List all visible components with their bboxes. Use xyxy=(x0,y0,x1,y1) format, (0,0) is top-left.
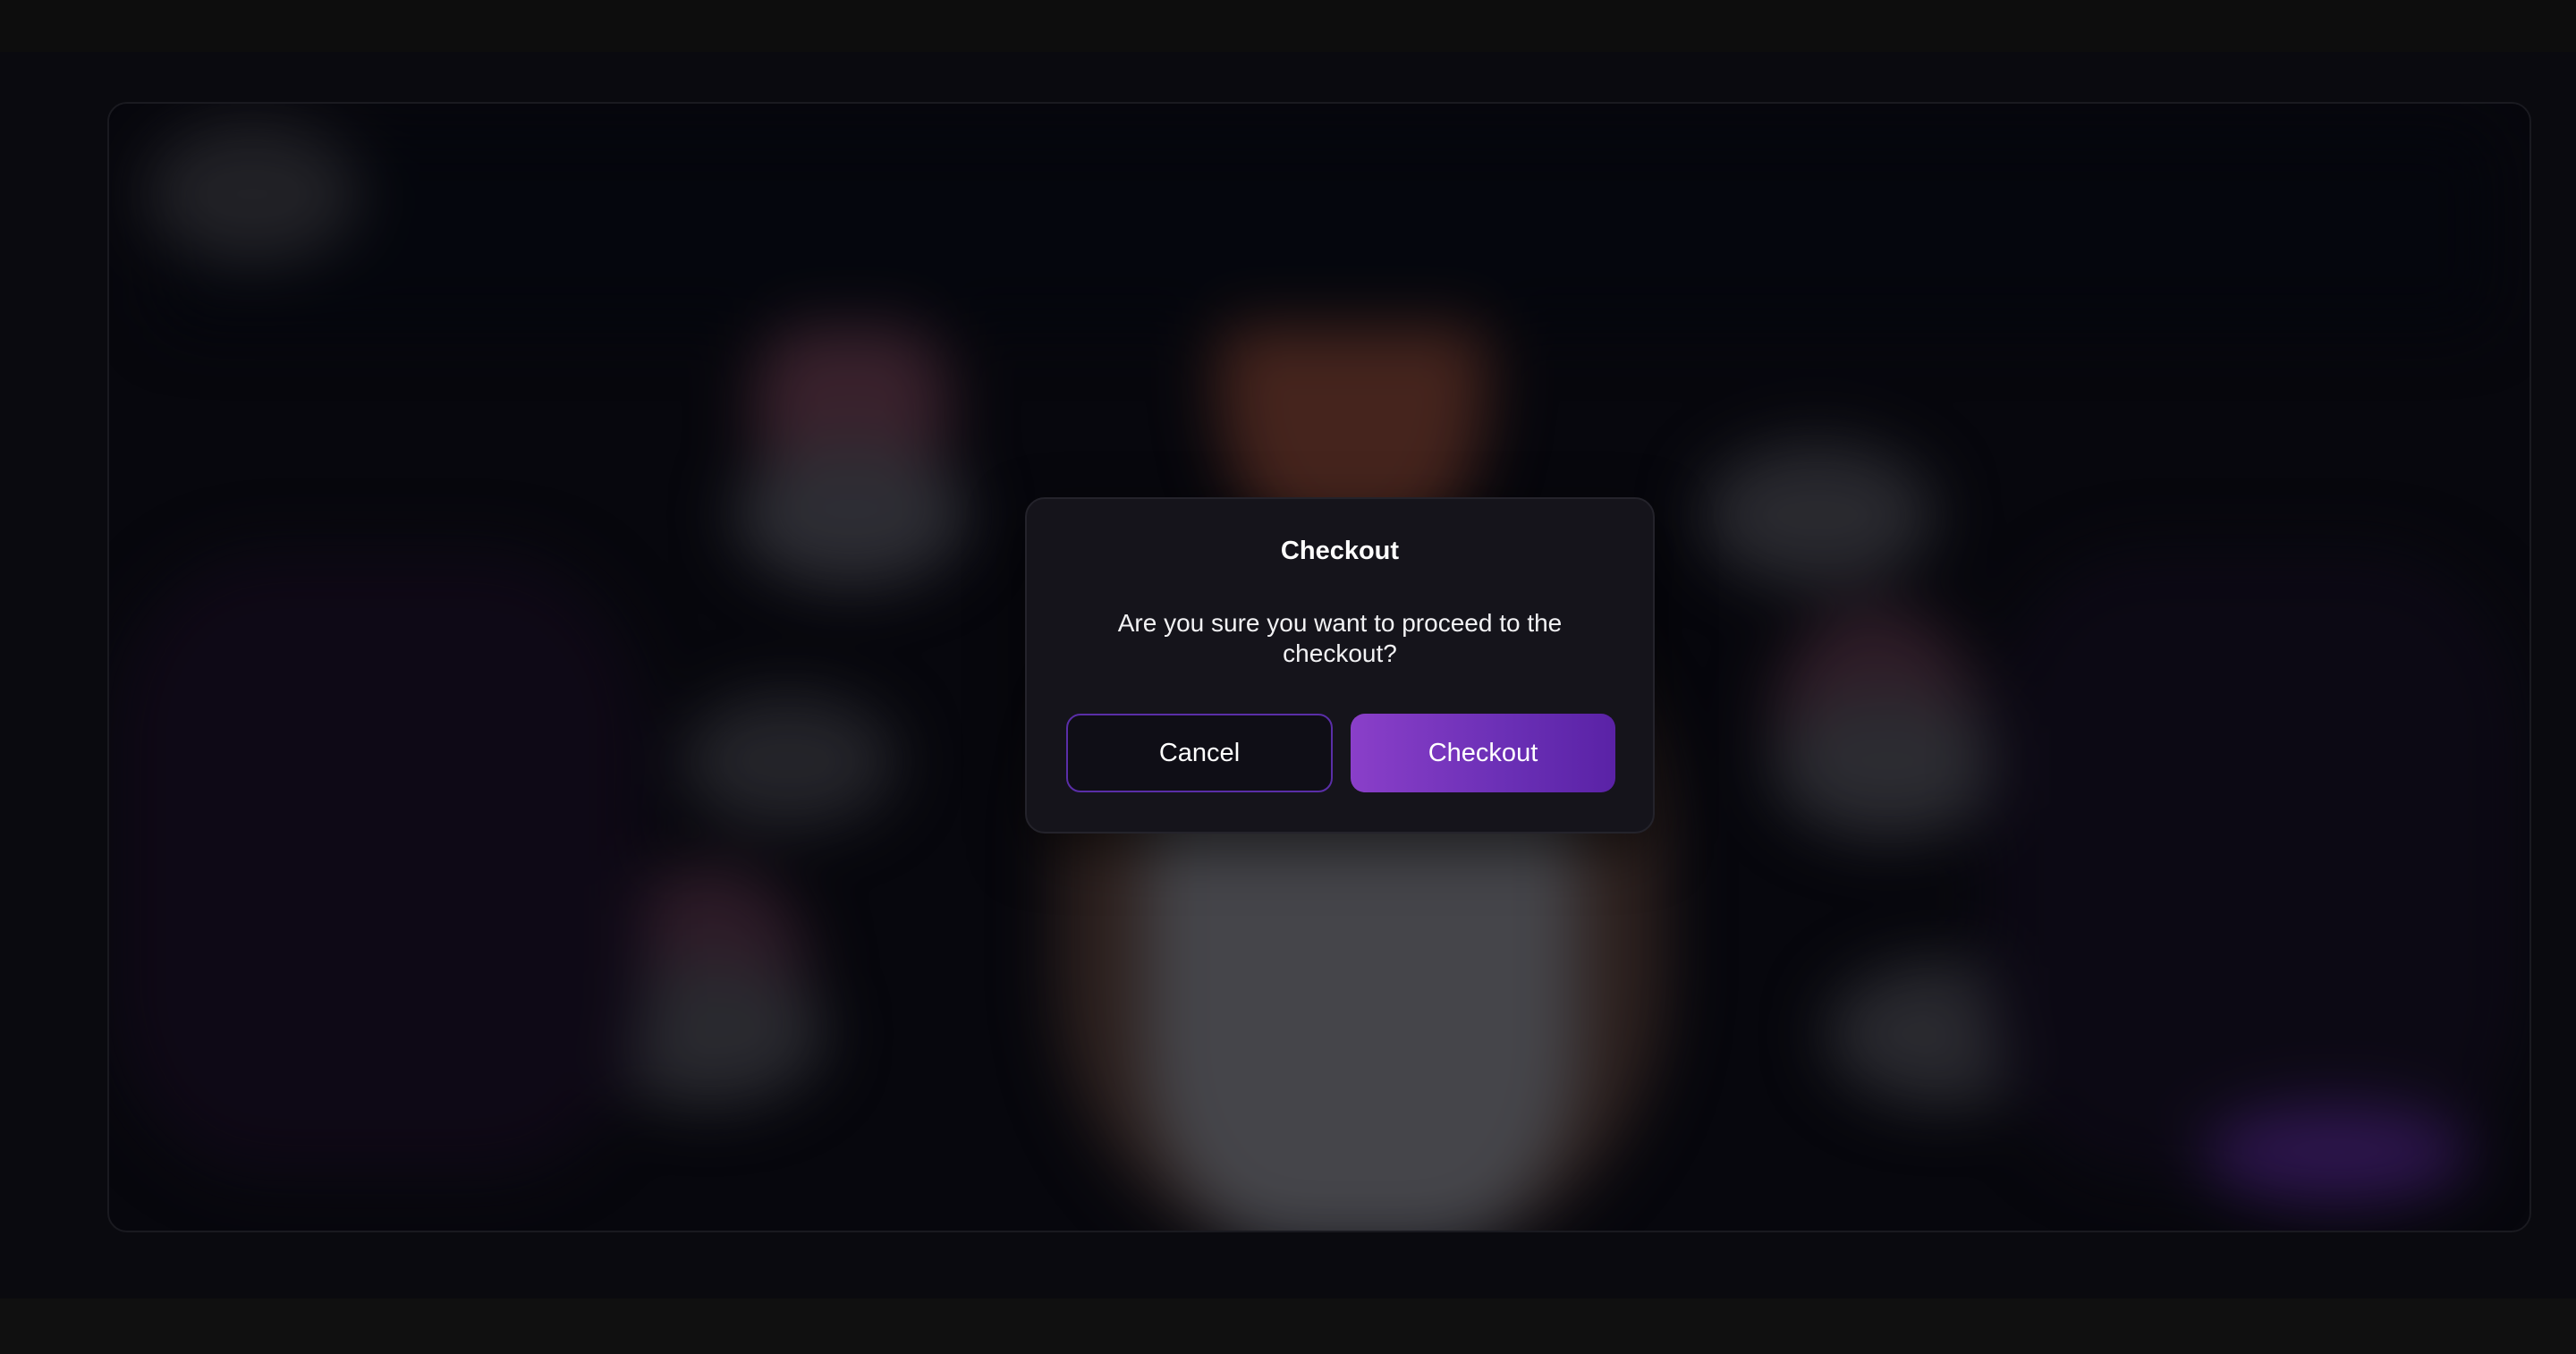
page: Checkout Are you sure you want to procee… xyxy=(0,0,2576,1354)
dialog-message: Are you sure you want to proceed to the … xyxy=(1117,609,1563,667)
top-bar xyxy=(0,0,2576,52)
checkout-button[interactable]: Checkout xyxy=(1351,714,1615,792)
bottom-bar xyxy=(0,1299,2576,1354)
cancel-button[interactable]: Cancel xyxy=(1066,714,1333,792)
dialog-title: Checkout xyxy=(1280,537,1400,565)
checkout-dialog: Checkout Are you sure you want to procee… xyxy=(1025,497,1655,834)
